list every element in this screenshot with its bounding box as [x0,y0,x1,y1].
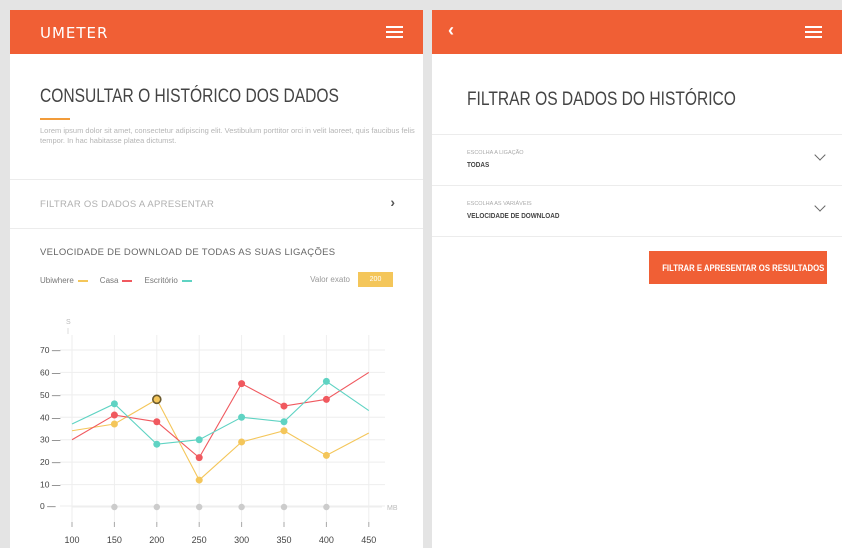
data-point [195,454,203,462]
brand-logo[interactable]: UMETER [40,24,108,42]
data-point [153,440,161,448]
legend-swatch [77,279,88,282]
page-title: CONSULTAR O HISTÓRICO DOS DADOS [40,86,339,107]
data-point [195,476,203,484]
x-tick-label: 450 [361,535,376,545]
apply-filter-label: FILTRAR E APRESENTAR OS RESULTADOS [662,262,825,273]
data-point [322,451,330,459]
y-tick-label: 40 — [40,412,61,422]
y-tick-label: 10 — [40,480,61,490]
dropdown-value: TODAS [467,160,490,169]
legend-label: Escritório [144,276,178,285]
y-tick-label: 60 — [40,367,61,377]
exact-value-label: Valor exato [310,275,350,284]
data-point [195,436,203,444]
dropdown-label: Escolha a ligação [467,150,524,156]
chevron-left-icon[interactable]: ‹ [448,20,454,41]
x-tick-label: 100 [64,535,79,545]
legend-item-ubiwhere[interactable]: Ubiwhere [40,276,88,285]
x-tick-label: 400 [319,535,334,545]
y-tick-label: 30 — [40,435,61,445]
x-axis-marker [323,503,330,511]
filter-title: FILTRAR OS DADOS DO HISTÓRICO [467,89,736,110]
hamburger-icon[interactable] [386,26,403,38]
chart-legend: Ubiwhere Casa Escritório [40,276,192,285]
exact-value-badge: 200 [358,272,393,287]
y-axis-label: S [66,319,71,326]
x-tick-label: 200 [149,535,164,545]
x-axis-marker [196,503,203,511]
legend-label: Casa [99,276,119,285]
x-tick-label: 250 [192,535,207,545]
hamburger-icon[interactable] [805,26,822,38]
connection-dropdown[interactable]: Escolha a ligação TODAS [432,135,842,186]
download-speed-chart: S 0 — 10 — 20 — 30 — 40 — 50 — 60 — 70 — 100 150 20… [40,319,398,545]
legend-swatch [122,279,133,282]
variables-dropdown[interactable]: Escolha as variáveis VELOCIDADE DE DOWNL… [432,186,842,237]
top-bar: ‹ [432,10,842,54]
legend-swatch [181,279,192,282]
data-point [322,377,330,385]
data-point [110,400,118,408]
x-tick-label: 150 [107,535,122,545]
y-tick-label: 50 — [40,390,61,400]
x-axis-marker [111,503,118,511]
data-point [238,380,246,388]
y-tick-label: 70 — [40,345,61,355]
divider [10,228,423,229]
data-point [280,418,288,426]
data-point [238,438,246,446]
exact-value-display: Valor exato 200 [310,272,393,287]
apply-filter-button[interactable]: FILTRAR E APRESENTAR OS RESULTADOS [649,251,827,284]
data-point [110,411,118,419]
legend-item-escritorio[interactable]: Escritório [144,276,192,285]
x-axis-marker [280,503,288,511]
x-tick-label: 300 [234,535,249,545]
filter-data-row[interactable]: FILTRAR OS DADOS A APRESENTAR › [10,180,423,228]
x-axis-marker [238,503,245,511]
y-tick-label: 0 — [40,501,56,511]
filter-panel: ‹ FILTRAR OS DADOS DO HISTÓRICO Escolha … [432,10,842,548]
chevron-right-icon: › [390,194,395,210]
data-point [110,420,118,428]
divider [432,236,842,237]
chevron-down-icon [814,200,826,212]
data-point [280,427,288,435]
x-tick-label: 350 [276,535,291,545]
chevron-down-icon [814,149,826,161]
y-tick-label: 20 — [40,457,61,467]
data-point [280,402,288,410]
filter-data-label: FILTRAR OS DADOS A APRESENTAR [40,199,215,210]
dropdown-label: Escolha as variáveis [467,201,532,207]
intro-text: Lorem ipsum dolor sit amet, consectetur … [40,126,415,145]
chart-title: VELOCIDADE DE DOWNLOAD DE TODAS AS SUAS … [40,247,336,258]
history-panel: UMETER CONSULTAR O HISTÓRICO DOS DADOS L… [10,10,423,548]
x-axis-marker [153,503,160,511]
data-point [238,413,246,421]
selected-data-point [152,394,162,405]
title-underline [40,118,70,120]
legend-item-casa[interactable]: Casa [100,276,133,285]
data-point [322,395,330,403]
legend-label: Ubiwhere [40,276,74,285]
data-point [153,418,161,426]
top-bar: UMETER [10,10,423,54]
x-axis-label: MB [387,505,398,512]
dropdown-value: VELOCIDADE DE DOWNLOAD [467,211,560,220]
